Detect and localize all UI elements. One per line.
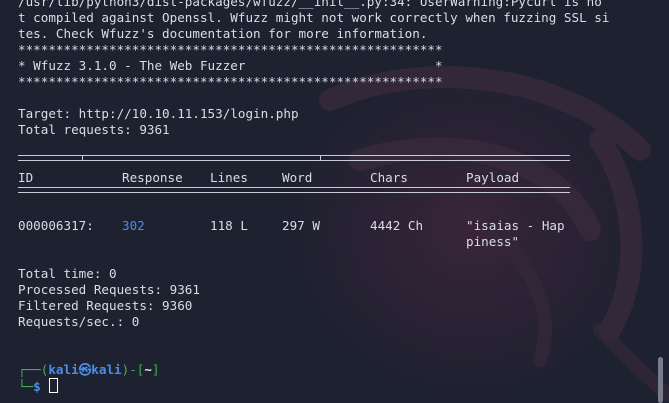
prompt-user: kali	[48, 362, 79, 377]
warning-line: tes. Check Wfuzz's documentation for mor…	[18, 26, 428, 41]
row-word: 297 W	[282, 218, 320, 233]
table-header-payload: Payload	[466, 170, 520, 185]
row-response-link[interactable]: 302	[122, 218, 145, 234]
prompt-at: ㉿	[78, 362, 92, 377]
summary-total-time: Total time: 0	[18, 266, 117, 281]
banner-stars-top: ****************************************…	[18, 42, 443, 57]
warning-line: t compiled against Openssl. Wfuzz might …	[18, 10, 610, 25]
prompt-close: ]	[151, 362, 160, 377]
terminal-window[interactable]: /usr/lib/python3/dist-packages/wfuzz/__i…	[0, 0, 669, 403]
summary-processed: Processed Requests: 9361	[18, 282, 200, 297]
prompt-host: kali	[91, 362, 122, 377]
row-chars: 4442 Ch	[370, 218, 424, 233]
summary-rate: Requests/sec.: 0	[18, 314, 140, 329]
table-header-lines: Lines	[210, 170, 248, 185]
summary-filtered: Filtered Requests: 9360	[18, 298, 193, 313]
row-payload: "isaias - Hap	[466, 218, 565, 233]
table-header-response: Response	[122, 170, 183, 185]
scrollbar-thumb[interactable]	[658, 357, 663, 403]
table-separator-top	[18, 155, 570, 161]
table-header-word: Word	[282, 170, 313, 185]
prompt-line-1: ┌──(kali㉿kali)-[~]	[18, 362, 160, 378]
prompt-dollar: $	[33, 379, 41, 394]
warning-line: /usr/lib/python3/dist-packages/wfuzz/__i…	[18, 0, 602, 9]
banner-stars-bottom: ****************************************…	[18, 74, 443, 89]
total-requests-line: Total requests: 9361	[18, 122, 170, 137]
target-line: Target: http://10.10.11.153/login.php	[18, 106, 299, 121]
prompt-line-2[interactable]: └─$	[18, 378, 59, 394]
row-lines: 118 L	[210, 218, 248, 233]
separator-tick	[320, 155, 321, 161]
separator-tick	[82, 155, 83, 161]
row-payload-cont: piness"	[466, 234, 520, 249]
row-id: 000006317:	[18, 218, 94, 233]
text-cursor	[49, 378, 59, 393]
banner-title: * Wfuzz 3.1.0 - The Web Fuzzer *	[18, 58, 443, 73]
prompt-corner: └─	[18, 379, 34, 394]
prompt-open: ┌──(	[18, 362, 49, 377]
table-header-chars: Chars	[370, 170, 408, 185]
prompt-dir: ~	[144, 362, 152, 377]
scrollbar[interactable]	[658, 0, 667, 403]
prompt-mid: )-[	[121, 362, 145, 377]
table-separator-bottom	[18, 187, 570, 193]
table-header-id: ID	[18, 170, 34, 185]
